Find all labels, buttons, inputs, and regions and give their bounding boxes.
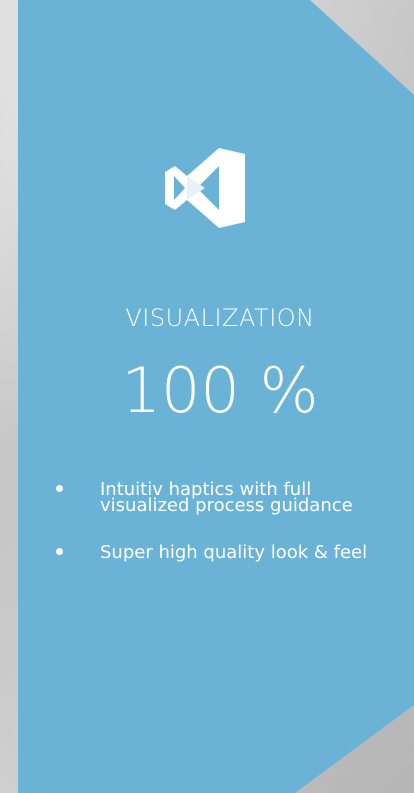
bullet-icon: [56, 548, 63, 555]
percentage-value: 100 %: [121, 354, 319, 427]
list-item: Super high quality look & feel: [56, 542, 401, 563]
section-title: VISUALIZATION: [125, 304, 315, 332]
feature-card: VISUALIZATION 100 % Intuitiv haptics wit…: [0, 0, 414, 793]
list-item-text: Intuitiv haptics with full visualized pr…: [100, 479, 353, 516]
feature-list: Intuitiv haptics with full visualized pr…: [56, 479, 401, 592]
list-item: Intuitiv haptics with full visualized pr…: [56, 479, 401, 516]
list-item-text: Super high quality look & feel: [100, 542, 368, 563]
card-content: VISUALIZATION 100 % Intuitiv haptics wit…: [0, 0, 414, 793]
bullet-icon: [56, 485, 63, 492]
visualization-logo-icon: [165, 148, 250, 228]
